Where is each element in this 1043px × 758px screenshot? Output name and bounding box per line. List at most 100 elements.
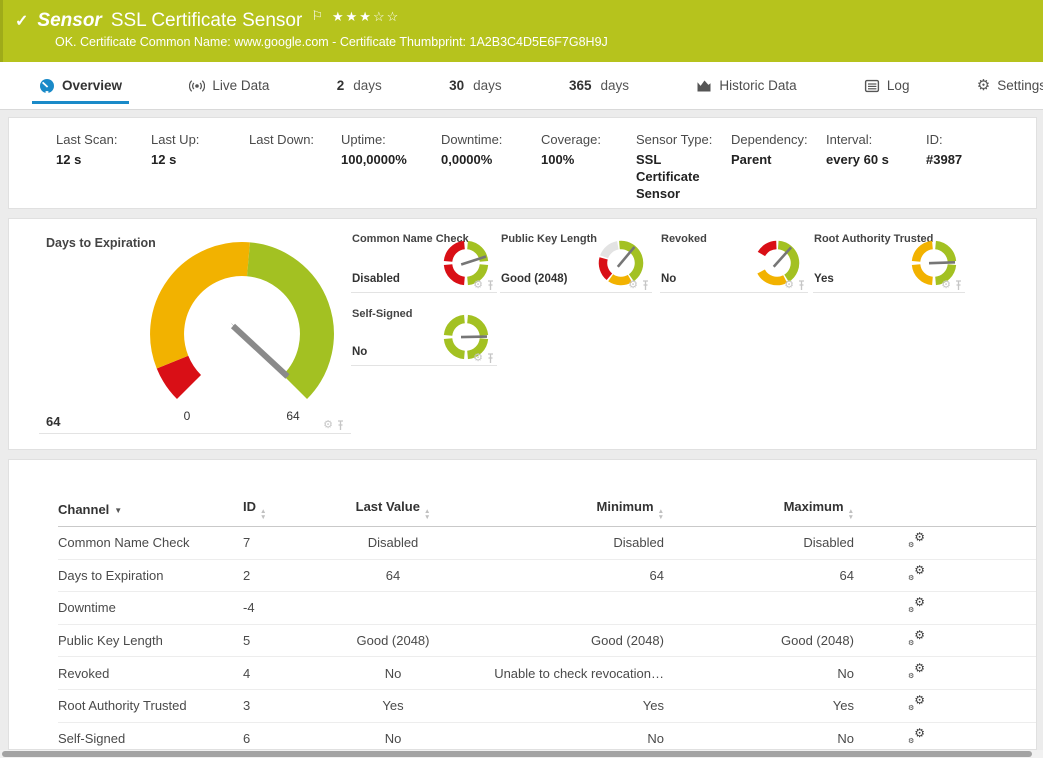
gauge-tile-self-signed[interactable]: Self-Signed No ⚙ xyxy=(351,304,497,366)
channels-table: Channel▼ ID▲▼ Last Value▲▼ Minimum▲▼ Max… xyxy=(9,460,1036,750)
gauge-icon xyxy=(39,78,55,94)
gauge-settings-gear-icon[interactable]: ⚙ xyxy=(941,280,951,291)
tab-2-days[interactable]: 2 days xyxy=(328,62,391,109)
cell-channel[interactable]: Public Key Length xyxy=(58,633,243,648)
info-label: Last Up: xyxy=(151,132,249,147)
cell-channel[interactable]: Downtime xyxy=(58,600,243,615)
info-field-dependency: Dependency: Parent xyxy=(731,132,826,203)
gauge-current-value: Good (2048) xyxy=(501,273,567,285)
cell-id: 5 xyxy=(243,633,313,648)
gauge-settings-gear-icon[interactable]: ⚙ xyxy=(473,280,483,291)
channel-settings-gears-icon[interactable]: ⚙⚙ xyxy=(907,664,925,680)
cell-channel[interactable]: Common Name Check xyxy=(58,535,243,550)
horizontal-scrollbar-thumb[interactable] xyxy=(2,751,1032,757)
column-header-id[interactable]: ID▲▼ xyxy=(243,499,313,520)
tile-icon-group: ⚙ xyxy=(941,280,963,291)
info-field-coverage: Coverage: 100% xyxy=(541,132,636,203)
table-row-revoked: Revoked 4 No Unable to check revocation…… xyxy=(58,657,1036,690)
info-value: every 60 s xyxy=(826,152,926,169)
gauge-current-value: No xyxy=(661,273,676,285)
info-value: 100,0000% xyxy=(341,152,441,169)
cell-last-value: 64 xyxy=(313,568,473,583)
gauge-tile-root-authority-trusted[interactable]: Root Authority Trusted Yes ⚙ xyxy=(813,229,965,293)
tab-log-label: Log xyxy=(887,78,910,93)
status-ok-check-icon: ✓ xyxy=(15,11,28,31)
cell-channel[interactable]: Self-Signed xyxy=(58,731,243,746)
sort-icons: ▲▼ xyxy=(424,509,430,520)
log-list-icon xyxy=(864,78,880,94)
channel-settings-gears-icon[interactable]: ⚙⚙ xyxy=(907,566,925,582)
tab-365-days[interactable]: 365 days xyxy=(560,62,638,109)
cell-maximum: No xyxy=(664,666,854,681)
tab-live-data[interactable]: Live Data xyxy=(180,62,278,109)
tab-settings[interactable]: ⚙ Settings xyxy=(968,62,1043,109)
cell-id: 2 xyxy=(243,568,313,583)
channel-settings-gears-icon[interactable]: ⚙⚙ xyxy=(907,598,925,614)
priority-flag-icon[interactable]: ⚐ xyxy=(311,8,323,24)
tile-icon-group: ⚙ xyxy=(473,280,495,291)
gauge-tile-revoked[interactable]: Revoked No ⚙ xyxy=(660,229,808,293)
gauge-tile-public-key-length[interactable]: Public Key Length Good (2048) ⚙ xyxy=(500,229,652,293)
channel-settings-gears-icon[interactable]: ⚙⚙ xyxy=(907,729,925,745)
channel-settings-gears-icon[interactable]: ⚙⚙ xyxy=(907,533,925,549)
column-header-last-value[interactable]: Last Value▲▼ xyxy=(313,499,473,520)
priority-stars[interactable]: ★★★☆☆ xyxy=(332,9,400,25)
cell-id: 4 xyxy=(243,666,313,681)
gauge-tile-common-name-check[interactable]: Common Name Check Disabled ⚙ xyxy=(351,229,497,293)
cell-channel[interactable]: Days to Expiration xyxy=(58,568,243,583)
tab-30-days-number: 30 xyxy=(449,78,464,93)
tab-2-days-unit: days xyxy=(353,78,382,93)
column-header-label: Maximum xyxy=(784,499,844,514)
column-header-label: Channel xyxy=(58,502,109,517)
tab-30-days[interactable]: 30 days xyxy=(440,62,511,109)
tab-historic-data[interactable]: Historic Data xyxy=(687,62,805,109)
gauge-settings-gear-icon[interactable]: ⚙ xyxy=(473,353,483,364)
cell-channel[interactable]: Root Authority Trusted xyxy=(58,698,243,713)
gauge-settings-gear-icon[interactable]: ⚙ xyxy=(628,280,638,291)
pin-icon[interactable] xyxy=(641,280,650,291)
tab-log[interactable]: Log xyxy=(855,62,919,109)
info-label: Dependency: xyxy=(731,132,826,147)
cell-minimum: Unable to check revocation… xyxy=(473,666,664,681)
channel-settings-gears-icon[interactable]: ⚙⚙ xyxy=(907,696,925,712)
cell-last-value: Good (2048) xyxy=(313,633,473,648)
gauge-tile-days-to-expiration[interactable]: Days to Expiration 0 64 64 ⚙ xyxy=(39,229,351,434)
tile-icon-group: ⚙ xyxy=(784,280,806,291)
pin-icon[interactable] xyxy=(486,353,495,364)
broadcast-icon xyxy=(189,78,205,94)
cell-id: 7 xyxy=(243,535,313,550)
tile-icon-group: ⚙ xyxy=(323,420,345,431)
pin-icon[interactable] xyxy=(486,280,495,291)
gauge-settings-gear-icon[interactable]: ⚙ xyxy=(784,280,794,291)
cell-channel[interactable]: Revoked xyxy=(58,666,243,681)
info-label: Interval: xyxy=(826,132,926,147)
pin-icon[interactable] xyxy=(336,420,345,431)
column-header-maximum[interactable]: Maximum▲▼ xyxy=(664,499,854,520)
cell-last-value: Disabled xyxy=(313,535,473,550)
cell-maximum: Good (2048) xyxy=(664,633,854,648)
cell-minimum: Yes xyxy=(473,698,664,713)
info-field-sensor-type: Sensor Type: SSL Certificate Sensor xyxy=(636,132,731,203)
info-field-id: ID: #3987 xyxy=(926,132,980,203)
column-header-minimum[interactable]: Minimum▲▼ xyxy=(473,499,664,520)
info-label: Last Down: xyxy=(249,132,341,147)
table-header-row: Channel▼ ID▲▼ Last Value▲▼ Minimum▲▼ Max… xyxy=(58,493,1036,527)
tab-bar: Overview Live Data 2 days 30 days 365 da… xyxy=(0,62,1043,110)
tab-historic-data-label: Historic Data xyxy=(719,78,796,93)
gauges-panel: Days to Expiration 0 64 64 ⚙ Common Name… xyxy=(8,218,1037,450)
info-field-uptime: Uptime: 100,0000% xyxy=(341,132,441,203)
pin-icon[interactable] xyxy=(954,280,963,291)
object-kind-label: Sensor xyxy=(37,10,101,32)
tab-overview[interactable]: Overview xyxy=(30,62,131,109)
gauge-settings-gear-icon[interactable]: ⚙ xyxy=(323,420,333,431)
sensor-title-row: ✓ Sensor SSL Certificate Sensor ⚐ ★★★☆☆ xyxy=(3,0,1043,32)
gauge-current-value: Yes xyxy=(814,273,834,285)
page-title: SSL Certificate Sensor xyxy=(111,10,303,32)
info-value: 0,0000% xyxy=(441,152,541,169)
settings-gear-icon: ⚙ xyxy=(977,78,990,93)
column-header-channel[interactable]: Channel▼ xyxy=(58,502,243,517)
sensor-info-panel: Last Scan: 12 s Last Up: 12 s Last Down:… xyxy=(8,117,1037,209)
cell-id: 3 xyxy=(243,698,313,713)
channel-settings-gears-icon[interactable]: ⚙⚙ xyxy=(907,631,925,647)
pin-icon[interactable] xyxy=(797,280,806,291)
